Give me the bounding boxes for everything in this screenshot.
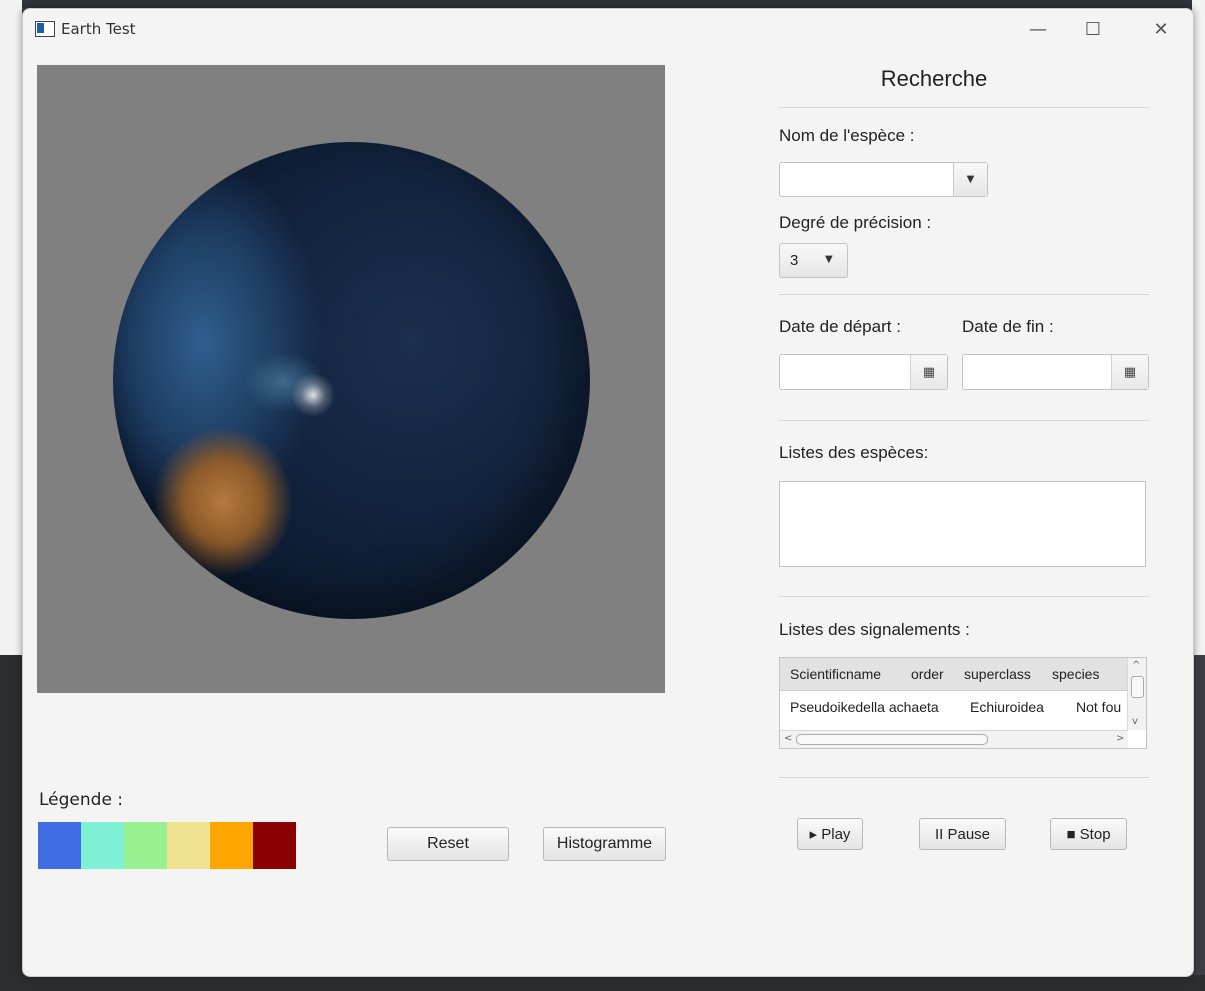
reset-button[interactable]: Reset (387, 827, 509, 861)
reports-table[interactable]: Scientificname order superclass species … (779, 657, 1147, 749)
legend-swatch-3 (124, 822, 167, 869)
stop-button[interactable]: ■ Stop (1050, 818, 1127, 850)
legend-swatch-6 (253, 822, 296, 869)
desktop-background (0, 0, 1205, 8)
legend-swatch-1 (38, 822, 81, 869)
window-title: Earth Test (61, 20, 136, 38)
maximize-button[interactable]: ☐ (1078, 17, 1108, 43)
table-cell: Pseudoikedella achaeta (790, 699, 939, 715)
horizontal-scrollbar[interactable]: < > (780, 730, 1128, 748)
chevron-down-icon: ▼ (825, 254, 833, 265)
start-date-label: Date de départ : (779, 317, 901, 336)
separator (779, 294, 1149, 295)
column-header-scientificname[interactable]: Scientificname (790, 666, 881, 682)
species-listbox[interactable] (779, 481, 1146, 567)
play-button[interactable]: ▸ Play (797, 818, 863, 850)
column-header-order[interactable]: order (911, 666, 944, 682)
legend-swatch-5 (210, 822, 253, 869)
histogram-button[interactable]: Histogramme (543, 827, 666, 861)
separator (779, 420, 1149, 421)
scroll-down-icon[interactable]: v (1132, 716, 1138, 727)
background-window-left-dark (0, 655, 22, 991)
precision-value: 3 (790, 252, 799, 269)
separator (779, 107, 1149, 108)
table-header: Scientificname order superclass species (780, 658, 1128, 691)
legend-swatch-2 (81, 822, 124, 869)
precision-label: Degré de précision : (779, 213, 932, 232)
table-cell: Not fou (1076, 699, 1122, 715)
chevron-down-icon[interactable]: ▼ (953, 163, 987, 196)
close-button[interactable]: ✕ (1146, 17, 1176, 43)
species-name-combobox[interactable]: ▼ (779, 162, 988, 197)
app-window-icon (35, 21, 55, 37)
app-window: Earth Test — ☐ ✕ Légende : Reset Histogr… (22, 8, 1194, 977)
end-date-picker[interactable]: ▦ (962, 354, 1149, 390)
column-header-species[interactable]: species (1052, 666, 1099, 682)
calendar-icon[interactable]: ▦ (1111, 355, 1148, 389)
column-header-superclass[interactable]: superclass (964, 666, 1031, 682)
start-date-picker[interactable]: ▦ (779, 354, 948, 390)
legend-label: Légende : (39, 790, 124, 810)
reports-label: Listes des signalements : (779, 620, 970, 639)
scroll-thumb[interactable] (1131, 676, 1144, 698)
scroll-thumb[interactable] (796, 734, 988, 745)
legend-swatch-4 (167, 822, 210, 869)
end-date-label: Date de fin : (962, 317, 1054, 336)
title-bar[interactable]: Earth Test — ☐ ✕ (23, 9, 1193, 51)
pause-button[interactable]: II Pause (919, 818, 1006, 850)
scroll-right-icon[interactable]: > (1116, 733, 1124, 744)
calendar-icon[interactable]: ▦ (910, 355, 947, 389)
desktop-background-bottom (0, 975, 1205, 991)
precision-combobox[interactable]: 3 ▼ (779, 243, 848, 278)
vertical-scrollbar[interactable]: ^ v (1127, 658, 1146, 730)
species-name-label: Nom de l'espèce : (779, 126, 915, 145)
scroll-up-icon[interactable]: ^ (1132, 660, 1140, 671)
separator (779, 596, 1149, 597)
earth-globe[interactable] (113, 142, 590, 619)
species-list-label: Listes des espèces: (779, 443, 929, 462)
minimize-button[interactable]: — (1023, 17, 1053, 43)
separator (779, 777, 1149, 778)
globe-viewport[interactable] (37, 65, 665, 693)
table-cell: Echiuroidea (970, 699, 1044, 715)
scroll-left-icon[interactable]: < (784, 733, 792, 744)
search-title: Recherche (880, 66, 988, 91)
